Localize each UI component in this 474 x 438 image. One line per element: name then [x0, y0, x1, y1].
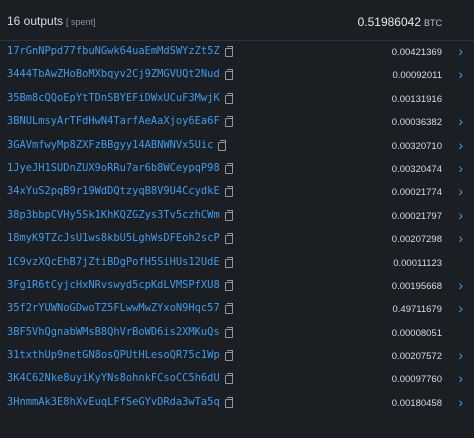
chevron-right-icon[interactable]: ›: [458, 184, 463, 198]
output-address-link[interactable]: 18myK9TZcJsU1ws8kbU5LghWsDFEoh2scP: [7, 232, 220, 244]
chevron-right-icon[interactable]: ›: [458, 208, 463, 222]
output-row: 1C9vzXQcEhB7jZtiBDgPofH5SiHUs12UdE 0.0001…: [0, 252, 474, 275]
output-row: 18myK9TZcJsU1ws8kbU5LghWsDFEoh2scP 0.0020…: [0, 228, 474, 251]
output-address-link[interactable]: 1JyeJH1SUDnZUX9oRRu7ar6b8WCeypqP98: [7, 162, 220, 174]
output-address-link[interactable]: 3444TbAwZHoBoMXbqyv2Cj9ZMGVUQt2Nud: [7, 68, 220, 80]
copy-icon[interactable]: [225, 46, 233, 57]
copy-icon[interactable]: [225, 350, 233, 362]
chevron-right-icon[interactable]: ›: [458, 231, 463, 245]
outputs-total: 0.51986042 BTC: [358, 15, 442, 29]
output-amount: 0.00021774: [391, 187, 442, 199]
output-amount: 0.49711679: [392, 304, 443, 316]
copy-icon[interactable]: [225, 162, 233, 174]
chevron-right-icon[interactable]: ›: [458, 301, 463, 315]
output-amount: 0.00195668: [391, 280, 442, 292]
outputs-count: 16 outputs[ spent]: [7, 14, 96, 28]
chevron-right-icon[interactable]: ›: [458, 67, 463, 81]
copy-icon[interactable]: [225, 186, 233, 198]
outputs-panel: 16 outputs[ spent] 0.51986042 BTC 17rGnNP…: [0, 0, 474, 438]
output-amount: 0.00421369: [391, 47, 442, 58]
chevron-right-icon[interactable]: ›: [458, 278, 463, 292]
copy-icon[interactable]: [225, 326, 233, 338]
output-row: 1JyeJH1SUDnZUX9oRRu7ar6b8WCeypqP98 0.0032…: [0, 158, 474, 181]
output-amount: 0.00021797: [391, 210, 442, 222]
output-amount: 0.00097760: [391, 374, 442, 386]
copy-icon[interactable]: [218, 139, 226, 151]
output-amount: 0.00131916: [391, 93, 442, 105]
chevron-right-icon[interactable]: ›: [458, 161, 463, 175]
output-row: 38p3bbpCVHy5Sk1KhKQZGZys3Tv5czhCWm 0.0002…: [0, 205, 474, 228]
total-value: 0.51986042: [357, 15, 421, 29]
output-row: 3Fg1R6tCyjcHxNRvswyd5cpKdLVMSPfXU8 0.0019…: [0, 275, 474, 298]
output-address-link[interactable]: 3GAVmfwyMp8ZXFzBBgyy14ABNWNVx5Uic: [7, 139, 213, 151]
output-amount: 0.00092011: [392, 70, 443, 82]
copy-icon[interactable]: [225, 233, 233, 245]
output-row: 35Bm8cQQoEpYtTDnSBYEFiDWxUCuF3MwjK 0.0013…: [0, 88, 474, 111]
output-amount: 0.00320710: [391, 140, 442, 152]
output-row: 3444TbAwZHoBoMXbqyv2Cj9ZMGVUQt2Nud 0.0009…: [0, 64, 474, 87]
chevron-right-icon[interactable]: ›: [458, 114, 463, 128]
output-address-link[interactable]: 31txthUp9netGN8osQPUtHLesoQR75c1Wp: [7, 349, 220, 361]
copy-icon[interactable]: [225, 256, 233, 268]
copy-icon[interactable]: [225, 69, 233, 81]
output-row: 3HnmmAk3E8hXvEuqLFfSeGYvDRda3wTa5q 0.0018…: [0, 392, 474, 415]
output-address-link[interactable]: 3BF5VhQgnabWMsB8QhVrBoWD6is2XMKuQs: [7, 326, 220, 338]
output-amount: 0.00036382: [391, 117, 442, 129]
copy-icon[interactable]: [225, 396, 233, 408]
output-row: 3GAVmfwyMp8ZXFzBBgyy14ABNWNVx5Uic 0.00320…: [0, 135, 474, 158]
chevron-right-icon[interactable]: ›: [458, 348, 463, 362]
output-row: 3BF5VhQgnabWMsB8QhVrBoWD6is2XMKuQs 0.0000…: [0, 322, 474, 345]
output-row: 34xYuS2pqB9r19WdDQtzyqB8V9U4CcydkE 0.0002…: [0, 181, 474, 204]
copy-icon[interactable]: [225, 209, 233, 221]
output-address-link[interactable]: 34xYuS2pqB9r19WdDQtzyqB8V9U4CcydkE: [7, 185, 220, 197]
output-amount: 0.00320474: [391, 163, 442, 175]
copy-icon[interactable]: [225, 116, 233, 128]
output-address-link[interactable]: 3K4C62Nke8uyiKyYNs8ohnkFCsoCC5h6dU: [7, 372, 220, 384]
copy-icon[interactable]: [225, 92, 233, 104]
output-amount: 0.00207572: [391, 351, 442, 363]
copy-icon[interactable]: [225, 279, 233, 291]
output-address-link[interactable]: 3BNULmsyArTFdHwN4TarfAeAaXjoy6Ea6F: [7, 115, 220, 127]
output-row: 3K4C62Nke8uyiKyYNs8ohnkFCsoCC5h6dU 0.0009…: [0, 368, 474, 391]
output-address-link[interactable]: 3HnmmAk3E8hXvEuqLFfSeGYvDRda3wTa5q: [7, 396, 220, 408]
output-row: 31txthUp9netGN8osQPUtHLesoQR75c1Wp 0.0020…: [0, 345, 474, 368]
outputs-header: 16 outputs[ spent] 0.51986042 BTC: [0, 0, 474, 41]
chevron-right-icon[interactable]: ›: [458, 395, 463, 409]
total-unit: BTC: [424, 18, 442, 28]
output-address-link[interactable]: 35Bm8cQQoEpYtTDnSBYEFiDWxUCuF3MwjK: [7, 92, 220, 104]
output-row: 3BNULmsyArTFdHwN4TarfAeAaXjoy6Ea6F 0.0003…: [0, 111, 474, 134]
chevron-right-icon[interactable]: ›: [458, 371, 463, 385]
outputs-count-label: 16 outputs: [7, 14, 64, 28]
outputs-list: 17rGnNPpd77fbuNGwk64uaEmMdSWYzZt5Z 0.0042…: [0, 41, 474, 415]
spent-label: [ spent]: [66, 17, 96, 27]
copy-icon[interactable]: [225, 303, 233, 315]
chevron-right-icon[interactable]: ›: [458, 138, 463, 152]
chevron-right-icon[interactable]: ›: [458, 44, 463, 58]
copy-icon[interactable]: [225, 373, 233, 385]
output-amount: 0.00207298: [391, 234, 442, 246]
output-amount: 0.00011123: [393, 257, 442, 269]
output-address-link[interactable]: 3Fg1R6tCyjcHxNRvswyd5cpKdLVMSPfXU8: [7, 279, 220, 291]
output-amount: 0.00180458: [391, 397, 442, 409]
output-address-link[interactable]: 35f2rYUWNoGDwoTZ5FLwwMwZYxoN9Hqc57: [7, 302, 220, 314]
output-row: 35f2rYUWNoGDwoTZ5FLwwMwZYxoN9Hqc57 0.4971…: [0, 298, 474, 321]
output-address-link[interactable]: 38p3bbpCVHy5Sk1KhKQZGZys3Tv5czhCWm: [7, 209, 220, 221]
output-address-link[interactable]: 17rGnNPpd77fbuNGwk64uaEmMdSWYzZt5Z: [7, 45, 220, 57]
output-amount: 0.00008051: [391, 327, 442, 339]
output-row: 17rGnNPpd77fbuNGwk64uaEmMdSWYzZt5Z 0.0042…: [0, 41, 474, 64]
output-address-link[interactable]: 1C9vzXQcEhB7jZtiBDgPofH5SiHUs12UdE: [7, 256, 220, 268]
